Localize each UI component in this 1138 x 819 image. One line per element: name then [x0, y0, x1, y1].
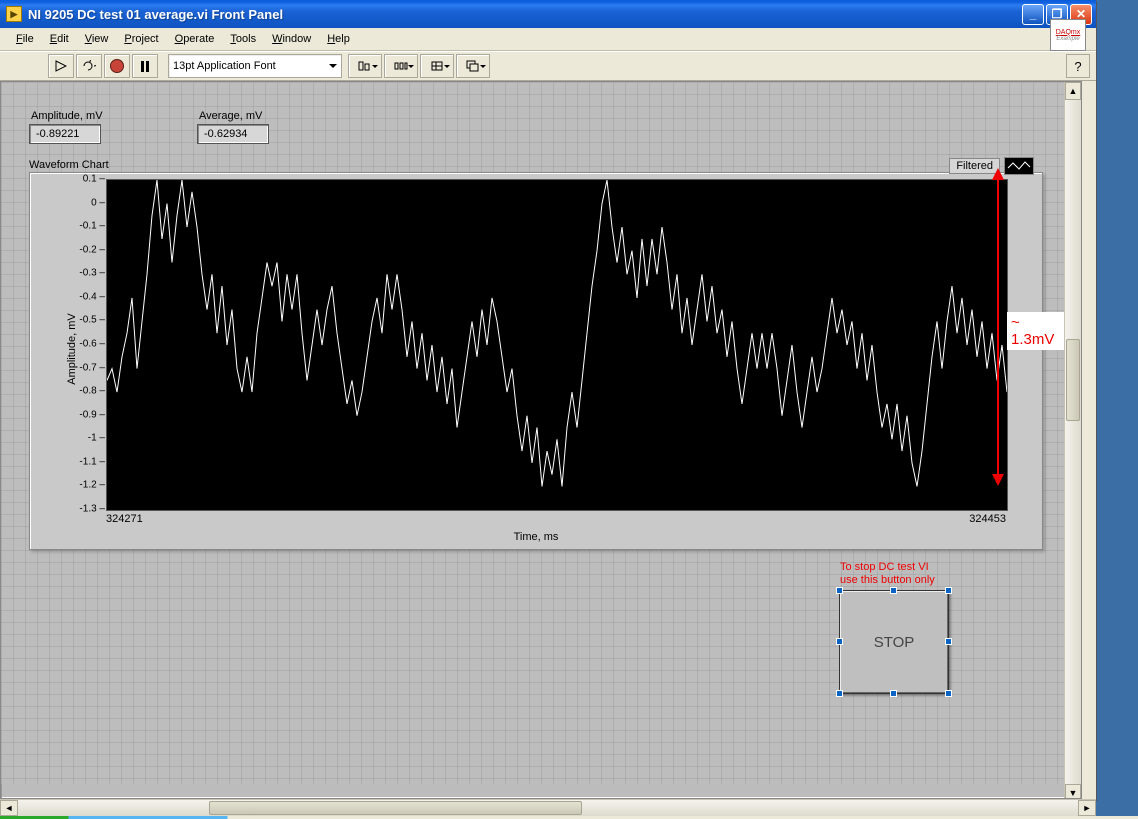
vscroll-track[interactable]	[1065, 100, 1081, 784]
stop-caption: To stop DC test VI use this button only	[840, 561, 935, 587]
reorder-icon	[466, 60, 480, 72]
align-icon	[358, 60, 372, 72]
menu-window[interactable]: Window	[264, 31, 319, 47]
menu-edit[interactable]: Edit	[42, 31, 77, 47]
waveform-chart[interactable]: Filtered Amplitude, mV 0.1 –0 –-0.1 –-0.…	[29, 172, 1043, 550]
abort-icon	[110, 59, 124, 73]
menu-help[interactable]: Help	[319, 31, 358, 47]
chart-legend[interactable]: Filtered	[949, 157, 1034, 175]
labview-icon: ▶	[6, 6, 22, 22]
distribute-objects-button[interactable]	[384, 54, 418, 78]
run-arrow-icon	[55, 60, 67, 72]
grid-background: Amplitude, mV -0.89221 Average, mV -0.62…	[1, 82, 1067, 784]
help-icon: ?	[1074, 59, 1081, 74]
horizontal-scrollbar[interactable]: ◄ ►	[0, 799, 1096, 816]
help-button[interactable]: ?	[1066, 54, 1090, 78]
y-axis-ticks: 0.1 –0 –-0.1 –-0.2 –-0.3 –-0.4 –-0.5 –-0…	[70, 179, 105, 509]
amplitude-label: Amplitude, mV	[31, 110, 103, 122]
hscroll-track[interactable]	[18, 800, 1078, 816]
selection-handle[interactable]	[836, 638, 843, 645]
selection-handle[interactable]	[945, 638, 952, 645]
selection-handle[interactable]	[836, 587, 843, 594]
title-bar: ▶ NI 9205 DC test 01 average.vi Front Pa…	[0, 0, 1096, 28]
distribute-icon	[394, 60, 408, 72]
amplitude-indicator[interactable]: -0.89221	[29, 124, 101, 144]
average-indicator[interactable]: -0.62934	[197, 124, 269, 144]
chart-plot-area	[106, 179, 1008, 511]
scroll-left-arrow[interactable]: ◄	[0, 800, 18, 816]
resize-icon	[430, 60, 444, 72]
menu-view[interactable]: View	[77, 31, 117, 47]
x-axis-label: Time, ms	[514, 531, 559, 543]
font-selector[interactable]: 13pt Application Font	[168, 54, 342, 78]
menu-file[interactable]: File	[8, 31, 42, 47]
stop-button-label: STOP	[874, 634, 915, 651]
front-panel-canvas[interactable]: Amplitude, mV -0.89221 Average, mV -0.62…	[0, 81, 1082, 799]
abort-button[interactable]	[104, 54, 130, 78]
daqmx-icon[interactable]: DAQmx Example	[1050, 19, 1086, 51]
scroll-down-arrow[interactable]: ▼	[1065, 784, 1081, 799]
run-continuous-button[interactable]	[76, 54, 102, 78]
menu-operate[interactable]: Operate	[167, 31, 223, 47]
resize-objects-button[interactable]	[420, 54, 454, 78]
legend-label: Filtered	[949, 158, 1000, 174]
chart-title: Waveform Chart	[29, 159, 109, 171]
selection-handle[interactable]	[836, 690, 843, 697]
align-objects-button[interactable]	[348, 54, 382, 78]
selection-handle[interactable]	[945, 690, 952, 697]
menu-bar: File Edit View Project Operate Tools Win…	[0, 28, 1096, 51]
menu-project[interactable]: Project	[116, 31, 166, 47]
front-panel-window: ▶ NI 9205 DC test 01 average.vi Front Pa…	[0, 0, 1096, 800]
scroll-up-arrow[interactable]: ▲	[1065, 82, 1081, 100]
average-label: Average, mV	[199, 110, 262, 122]
selection-handle[interactable]	[890, 587, 897, 594]
vertical-scrollbar[interactable]: ▲ ▼	[1064, 82, 1081, 798]
scroll-right-arrow[interactable]: ►	[1078, 800, 1096, 816]
window-title: NI 9205 DC test 01 average.vi Front Pane…	[28, 7, 1022, 22]
waveform-trace	[107, 180, 1007, 510]
run-continuous-icon	[82, 60, 96, 72]
stop-button[interactable]: STOP	[839, 590, 949, 694]
toolbar: 13pt Application Font ?	[0, 51, 1096, 81]
pause-button[interactable]	[132, 54, 158, 78]
legend-swatch	[1004, 157, 1034, 175]
menu-tools[interactable]: Tools	[222, 31, 264, 47]
minimize-button[interactable]: _	[1022, 4, 1044, 25]
vscroll-thumb[interactable]	[1066, 339, 1080, 421]
pause-icon	[141, 61, 149, 72]
range-value-annotation: ~ 1.3mV	[1007, 312, 1067, 350]
selection-handle[interactable]	[890, 690, 897, 697]
reorder-button[interactable]	[456, 54, 490, 78]
selection-handle[interactable]	[945, 587, 952, 594]
run-button[interactable]	[48, 54, 74, 78]
hscroll-thumb[interactable]	[209, 801, 582, 815]
